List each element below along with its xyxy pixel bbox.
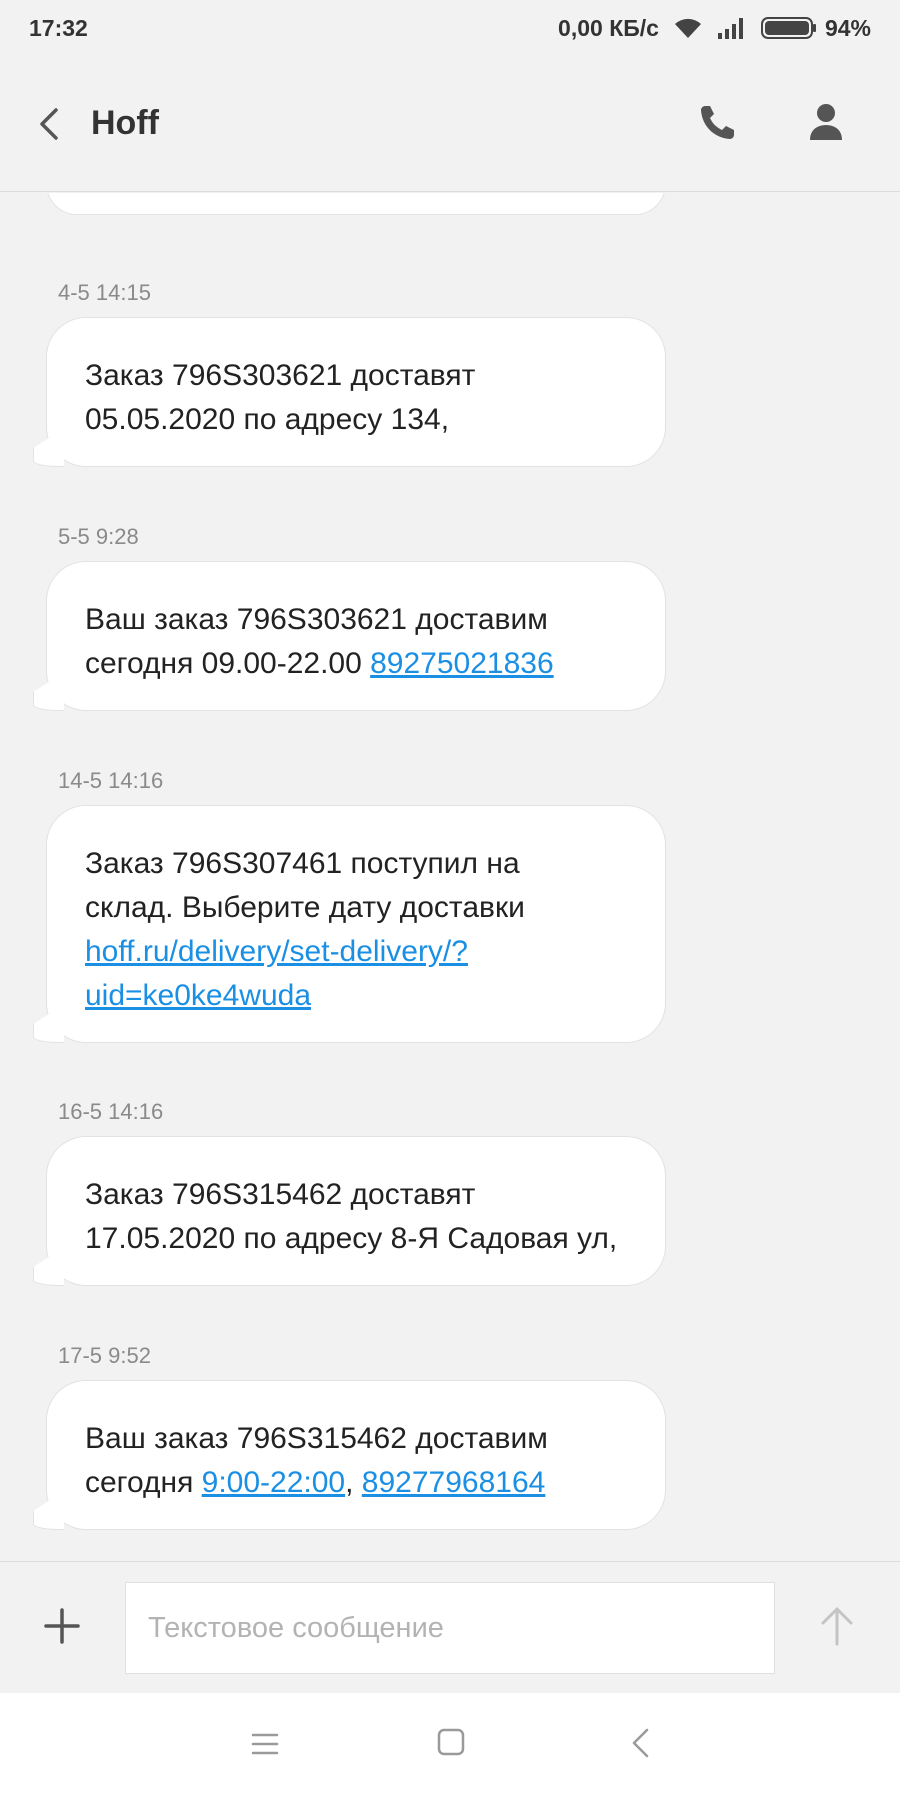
message-text: склад. Выберите дату доставки [85,891,525,924]
send-arrow-icon[interactable] [815,1604,859,1648]
message-text: Заказ 796S315462 доставят [85,1178,476,1211]
wifi-icon [674,18,701,38]
message-bubble[interactable]: Заказ 796S307461 поступил на склад. Выбе… [46,805,666,1043]
nav-back-icon[interactable] [627,1726,655,1760]
signal-icon [717,18,743,39]
url-link[interactable]: hoff.ru/delivery/set-delivery/? [85,935,468,968]
message-text: сегодня 09.00-22.00 [85,647,371,680]
message-input[interactable] [125,1582,775,1674]
message-text: Ваш заказ 796S315462 доставим [85,1422,548,1455]
message-timestamp: 5-5 9:28 [58,524,139,549]
message-text: Ваш заказ 796S303621 доставим [85,603,548,636]
phone-icon[interactable] [696,100,736,144]
status-indicators: 0,00 КБ/с 94% [558,15,871,42]
message-thread[interactable]: 4-5 14:15 Заказ 796S303621 доставят 05.0… [0,193,900,1561]
message-text: 05.05.2020 по адресу 134, [85,403,450,436]
message-text: , [345,1466,362,1499]
back-arrow-icon[interactable] [30,102,70,146]
message-text: сегодня [85,1466,202,1499]
message-bubble[interactable]: Ваш заказ 796S303621 доставим сегодня 09… [46,561,666,711]
time-range-link[interactable]: 9:00-22:00 [202,1466,345,1499]
previous-message-bubble[interactable] [46,193,666,215]
message-timestamp: 4-5 14:15 [58,280,151,305]
message-bubble[interactable]: Заказ 796S315462 доставят 17.05.2020 по … [46,1136,666,1286]
conversation-header: Hoff [0,56,900,192]
battery-icon [760,17,816,39]
status-time: 17:32 [29,14,88,41]
message-timestamp: 17-5 9:52 [58,1343,151,1368]
plus-icon[interactable] [42,1606,82,1646]
message-timestamp: 16-5 14:16 [58,1099,164,1124]
battery-percent: 94% [824,14,871,41]
contact-icon[interactable] [806,100,846,144]
status-bar: 17:32 0,00 КБ/с 94% [0,0,900,56]
home-square-icon[interactable] [436,1727,466,1757]
composer-bar [0,1561,900,1693]
contact-name: Hoff [91,104,159,142]
message-bubble[interactable]: Заказ 796S303621 доставят 05.05.2020 по … [46,317,666,467]
phone-number-link[interactable]: 89275021836 [370,647,554,680]
message-text: 17.05.2020 по адресу 8-Я Садовая ул, [85,1222,618,1255]
phone-number-link[interactable]: 89277968164 [362,1466,546,1499]
message-bubble[interactable]: Ваш заказ 796S315462 доставим сегодня 9:… [46,1380,666,1530]
message-timestamp: 14-5 14:16 [58,768,164,793]
message-text: Заказ 796S307461 поступил на [85,847,520,880]
battery: 94% [760,14,871,42]
system-navigation-bar [0,1693,900,1800]
menu-icon[interactable] [250,1729,280,1759]
message-text: Заказ 796S303621 доставят [85,359,476,392]
network-speed: 0,00 КБ/с [558,14,659,41]
url-link[interactable]: uid=ke0ke4wuda [85,979,311,1012]
